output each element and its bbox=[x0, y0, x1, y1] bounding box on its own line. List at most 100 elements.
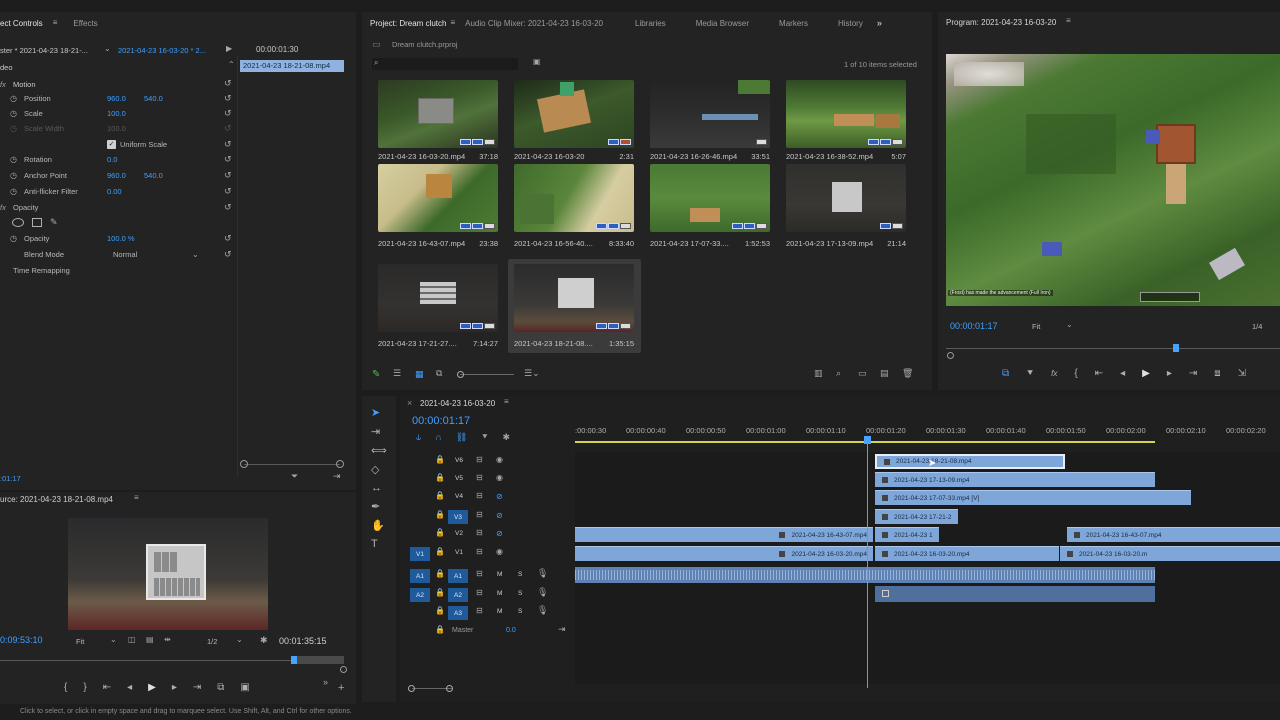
menu-icon[interactable]: ≡ bbox=[450, 19, 455, 27]
media-thumbnail-selected[interactable] bbox=[514, 264, 634, 332]
clip-v5[interactable]: 2021-04-23 17-13-09.mp4 bbox=[875, 472, 1155, 487]
linked-selection-icon[interactable]: ⛓ bbox=[456, 432, 467, 443]
timeline-close-icon[interactable]: × bbox=[407, 398, 412, 408]
clip-v1-b[interactable]: 2021-04-23 16-03-20.mp4 bbox=[875, 546, 1059, 561]
property-value-1[interactable]: 960.0 bbox=[107, 94, 126, 103]
property-value-2[interactable]: 540.0 bbox=[144, 171, 163, 180]
nest-icon[interactable]: ⫝ bbox=[416, 432, 421, 443]
selection-tool-icon[interactable]: ➤ bbox=[371, 406, 387, 419]
audio-clip-a1[interactable] bbox=[575, 567, 1155, 583]
reset-icon[interactable]: ↺ bbox=[224, 140, 232, 149]
extract-icon[interactable]: ⇲ bbox=[1238, 368, 1246, 379]
sync-lock-icon[interactable]: ⊟ bbox=[476, 492, 483, 500]
overwrite-icon[interactable]: ▣ bbox=[240, 682, 249, 693]
media-thumbnail[interactable] bbox=[514, 164, 634, 232]
timeline-scrollbar[interactable] bbox=[408, 685, 453, 692]
clear-icon[interactable]: 🗑 bbox=[902, 369, 913, 378]
source-patch-a1[interactable]: A1 bbox=[410, 569, 430, 583]
step-forward-icon[interactable]: ▸ bbox=[172, 682, 177, 693]
ellipse-mask-icon[interactable] bbox=[12, 217, 24, 227]
clip-v4[interactable]: 2021-04-23 17-07-33.mp4 [V] bbox=[875, 490, 1191, 505]
go-to-out-icon[interactable]: ⇥ bbox=[1189, 368, 1197, 379]
chevron-down-icon[interactable]: ⌄ bbox=[1066, 321, 1073, 329]
fx-toggle-icon[interactable]: fx bbox=[1051, 369, 1057, 378]
chevron-down-icon[interactable]: ⌄ bbox=[236, 636, 243, 644]
stopwatch-icon[interactable]: ◷ bbox=[10, 109, 17, 118]
clip-v3[interactable]: 2021-04-23 17-21-2 bbox=[875, 509, 958, 524]
stopwatch-icon[interactable]: ◷ bbox=[10, 94, 17, 103]
lock-icon[interactable]: 🔒 bbox=[435, 456, 445, 464]
rectangle-mask-icon[interactable] bbox=[32, 217, 42, 227]
opacity-value[interactable]: 100.0 % bbox=[107, 234, 135, 243]
chevron-down-icon[interactable]: ⌄ bbox=[104, 45, 111, 53]
go-to-out-icon[interactable]: ⇥ bbox=[193, 682, 201, 693]
lock-icon[interactable]: 🔒 bbox=[435, 570, 445, 578]
tab-history[interactable]: History bbox=[828, 19, 877, 28]
eye-hidden-icon[interactable]: ⊘ bbox=[496, 492, 503, 501]
property-value-1[interactable]: 0.00 bbox=[107, 187, 122, 196]
menu-icon[interactable]: ≡ bbox=[53, 19, 58, 27]
sync-lock-icon[interactable]: ⊟ bbox=[476, 607, 483, 615]
timeline-sequence-name[interactable]: 2021-04-23 16-03-20 bbox=[420, 399, 495, 408]
master-volume[interactable]: 0.0 bbox=[506, 627, 516, 634]
solo-button[interactable]: S bbox=[518, 590, 522, 597]
solo-button[interactable]: S bbox=[518, 571, 522, 578]
timeline-clip-chip[interactable]: 2021-04-23 18-21-08.mp4 bbox=[240, 60, 344, 72]
reset-icon[interactable]: ↺ bbox=[224, 203, 232, 212]
lock-icon[interactable]: 🔒 bbox=[435, 589, 445, 597]
audio-clip-a2[interactable] bbox=[875, 586, 1155, 602]
playhead-handle[interactable] bbox=[864, 436, 871, 444]
mute-button[interactable]: M bbox=[497, 590, 502, 597]
comparison-view-icon[interactable]: ⧉ bbox=[1002, 368, 1009, 379]
pen-mask-icon[interactable]: ✎ bbox=[50, 217, 58, 227]
lock-icon[interactable]: 🔒 bbox=[435, 548, 445, 556]
source-patch-a2[interactable]: A2 bbox=[410, 588, 430, 602]
step-back-icon[interactable]: ◂ bbox=[1120, 368, 1125, 379]
menu-icon[interactable]: ≡ bbox=[504, 398, 509, 406]
more-icon[interactable]: » bbox=[323, 678, 328, 687]
reset-icon[interactable]: ↺ bbox=[224, 155, 232, 164]
clip-v2-a[interactable]: 2021-04-23 16-43-07.mp4 bbox=[575, 527, 873, 542]
tab-project[interactable]: Project: Dream clutch bbox=[362, 19, 450, 28]
play-triangle-icon[interactable]: ▶ bbox=[226, 45, 232, 53]
reset-icon[interactable]: ↺ bbox=[224, 79, 232, 88]
media-thumbnail[interactable] bbox=[786, 164, 906, 232]
stopwatch-icon[interactable]: ◷ bbox=[10, 234, 17, 243]
blend-mode-row[interactable]: Blend Mode Normal ⌄ ↺ bbox=[0, 247, 236, 262]
property-row[interactable]: ◷ Rotation 0.0 ↺ bbox=[0, 152, 236, 167]
eye-icon[interactable]: ◉ bbox=[496, 474, 503, 482]
media-thumbnail[interactable] bbox=[650, 164, 770, 232]
collapse-up-icon[interactable]: ⌃ bbox=[228, 61, 235, 69]
property-row[interactable]: ◷ Scale 100.0 ↺ bbox=[0, 106, 236, 121]
insert-marker-icon[interactable]: ◫ bbox=[128, 636, 136, 644]
solo-button[interactable]: S bbox=[518, 608, 522, 615]
tab-effect-controls[interactable]: ect Controls bbox=[0, 19, 53, 28]
clip-v1-a[interactable]: 2021-04-23 16-03-20.mp4 bbox=[575, 546, 873, 561]
lock-icon[interactable]: 🔒 bbox=[435, 474, 445, 482]
time-remapping-row[interactable]: Time Remapping bbox=[0, 263, 236, 278]
pen-tool-icon[interactable]: ✒ bbox=[371, 500, 387, 513]
zoom-handle-right[interactable] bbox=[336, 460, 344, 468]
property-value-2[interactable]: 540.0 bbox=[144, 94, 163, 103]
new-bin-icon[interactable]: ▭ bbox=[858, 369, 867, 378]
lock-icon[interactable]: 🔒 bbox=[435, 626, 445, 634]
sync-lock-icon[interactable]: ⊟ bbox=[476, 548, 483, 556]
property-row[interactable]: ◷ Anti-flicker Filter 0.00 ↺ bbox=[0, 184, 236, 199]
export-icon[interactable]: ⇥ bbox=[333, 472, 341, 481]
source-zoom-handle[interactable] bbox=[340, 666, 347, 673]
tab-markers[interactable]: Markers bbox=[769, 19, 828, 28]
tab-libraries[interactable]: Libraries bbox=[625, 19, 686, 28]
mark-in-icon[interactable]: { bbox=[64, 682, 67, 693]
uniform-scale-row[interactable]: ✓ Uniform Scale ↺ bbox=[0, 137, 236, 152]
clip-v6[interactable]: 2021-04-23 18-21-08.mp4 bbox=[875, 454, 1065, 469]
lock-icon[interactable]: 🔒 bbox=[435, 607, 445, 615]
type-tool-icon[interactable]: T bbox=[371, 538, 387, 550]
tab-effects[interactable]: Effects bbox=[63, 19, 107, 28]
go-to-end-icon[interactable]: ⇥ bbox=[558, 625, 566, 634]
source-ratio-select[interactable]: 1/2 bbox=[207, 637, 217, 646]
eye-hidden-icon[interactable]: ⊘ bbox=[496, 529, 503, 538]
media-thumbnail[interactable] bbox=[514, 80, 634, 148]
filter-icon[interactable]: ⏷ bbox=[291, 472, 298, 481]
track-target-v3[interactable]: V3 bbox=[448, 510, 468, 524]
snap-icon[interactable]: ∩ bbox=[435, 432, 441, 443]
